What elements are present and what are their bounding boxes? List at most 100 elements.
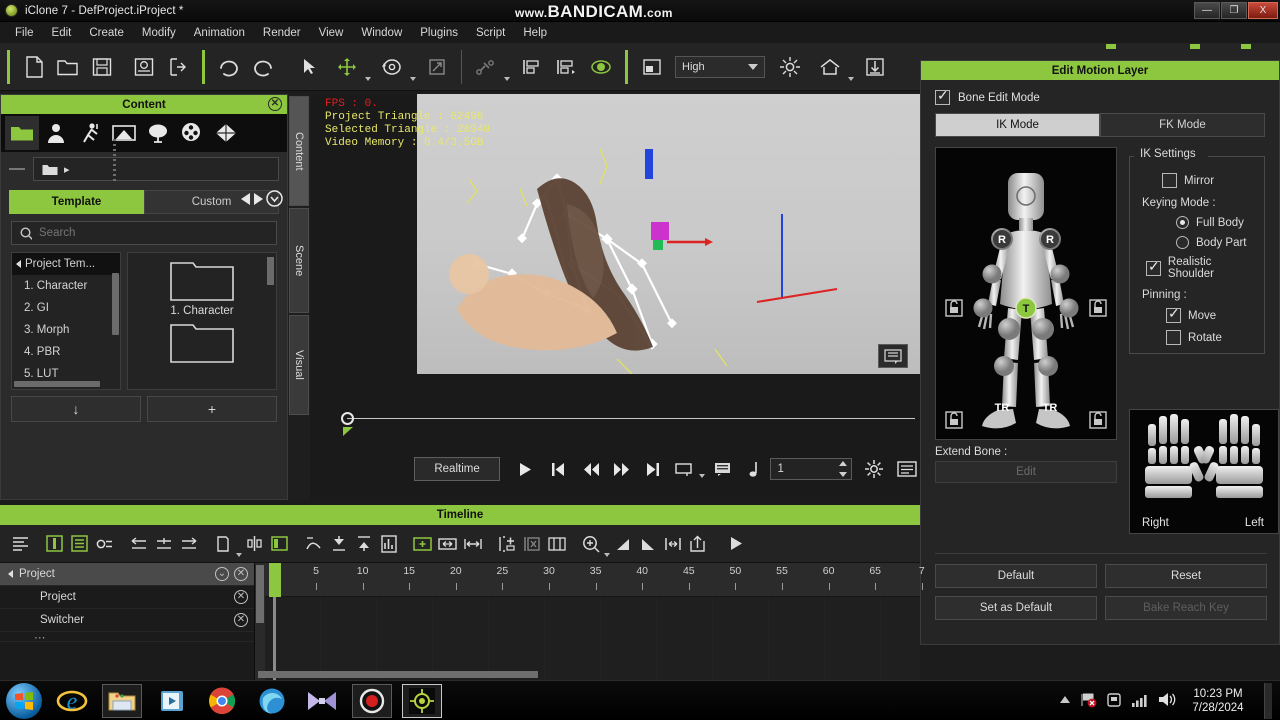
movie-maker-icon[interactable]: [302, 684, 342, 718]
file-explorer-icon[interactable]: [102, 684, 142, 718]
tab-template[interactable]: Template: [9, 190, 144, 214]
character-icon[interactable]: [39, 116, 73, 150]
search-input[interactable]: [11, 221, 277, 245]
menu-item-help[interactable]: Help: [514, 25, 556, 41]
right-hand-label[interactable]: Right: [1142, 517, 1169, 529]
show-desktop-button[interactable]: [1264, 683, 1272, 719]
menu-item-render[interactable]: Render: [254, 25, 310, 41]
iclone-icon[interactable]: [402, 684, 442, 718]
tree-scrollbar-horizontal[interactable]: [14, 381, 100, 387]
list-icon[interactable]: [893, 456, 920, 482]
preview-icon[interactable]: [586, 52, 616, 82]
ik-body-figure[interactable]: R R T TR TR: [935, 147, 1117, 440]
menu-item-animation[interactable]: Animation: [185, 25, 254, 41]
move-dropdown-caret[interactable]: [365, 77, 371, 81]
track-row[interactable]: Project✕: [0, 586, 254, 609]
tree-item[interactable]: 3. Morph: [12, 319, 120, 341]
layout-icon[interactable]: [637, 52, 667, 82]
menu-item-modify[interactable]: Modify: [133, 25, 185, 41]
edit-bone-button[interactable]: Edit: [935, 461, 1117, 483]
scale-icon[interactable]: [422, 52, 452, 82]
content-tree[interactable]: Project Tem... 1. Character2. GI3. Morph…: [11, 252, 121, 390]
scrollbar-thumb[interactable]: [256, 565, 264, 623]
move-left-icon[interactable]: [126, 531, 151, 557]
ease-out-icon[interactable]: [351, 531, 376, 557]
clip-icon[interactable]: [42, 531, 67, 557]
full-body-row[interactable]: Full Body: [1176, 216, 1260, 229]
signal-icon[interactable]: [1131, 693, 1149, 710]
link-icon[interactable]: [471, 52, 501, 82]
volume-icon[interactable]: [1158, 692, 1176, 710]
tree-root-item[interactable]: Project Tem...: [12, 253, 120, 275]
range-dropdown-caret[interactable]: [699, 474, 705, 478]
timeline-ruler-area[interactable]: 51015202530354045505560657: [265, 563, 920, 680]
timeline-scrollbar-vertical[interactable]: [255, 563, 265, 680]
track-row[interactable]: ⋯: [0, 632, 254, 642]
open-folder-icon[interactable]: [53, 52, 83, 82]
left-hand-label[interactable]: Left: [1245, 517, 1264, 529]
gear-icon[interactable]: [860, 456, 887, 482]
close-icon[interactable]: ✕: [268, 97, 282, 111]
tree-item[interactable]: 4. PBR: [12, 341, 120, 363]
rewind-icon[interactable]: [578, 456, 605, 482]
splitter-handle[interactable]: [113, 139, 117, 185]
close-icon[interactable]: ✕: [234, 567, 248, 581]
chevron-down-circle-icon[interactable]: ⌄: [215, 567, 229, 581]
media-player-icon[interactable]: [152, 684, 192, 718]
search-field[interactable]: [39, 227, 268, 239]
time-slider-knob[interactable]: [341, 412, 354, 425]
chrome-icon[interactable]: [202, 684, 242, 718]
resize-clip-icon[interactable]: [435, 531, 460, 557]
grid-item-next[interactable]: [128, 321, 276, 365]
menu-item-view[interactable]: View: [310, 25, 353, 41]
content-grid[interactable]: 1. Character: [127, 252, 277, 390]
body-part-row[interactable]: Body Part: [1176, 236, 1260, 249]
pin-move-checkbox[interactable]: [1166, 308, 1181, 323]
delete-icon[interactable]: [519, 531, 544, 557]
move-icon[interactable]: [332, 52, 362, 82]
save-icon[interactable]: [87, 52, 117, 82]
range-select-icon[interactable]: [660, 531, 685, 557]
menu-item-window[interactable]: Window: [352, 25, 411, 41]
timeline-scrollbar-horizontal[interactable]: [258, 671, 538, 678]
frame-number-input[interactable]: 1: [770, 458, 852, 480]
default-button[interactable]: Default: [935, 564, 1097, 588]
menu-item-edit[interactable]: Edit: [43, 25, 81, 41]
undo-icon[interactable]: [214, 52, 244, 82]
export-clip-icon[interactable]: [685, 531, 710, 557]
timeline-ruler[interactable]: 51015202530354045505560657: [265, 563, 920, 597]
range-icon[interactable]: [671, 456, 698, 482]
playhead-stem[interactable]: [273, 597, 276, 680]
align-to-icon[interactable]: [550, 52, 580, 82]
tree-scrollbar-vertical[interactable]: [112, 273, 119, 335]
realistic-shoulder-row[interactable]: Realistic Shoulder: [1146, 256, 1260, 280]
comment-icon[interactable]: [709, 456, 736, 482]
close-icon[interactable]: ✕: [234, 613, 248, 627]
taskbar-clock[interactable]: 10:23 PM 7/28/2024: [1185, 687, 1251, 715]
download-button[interactable]: ↓: [11, 396, 141, 422]
menu-item-plugins[interactable]: Plugins: [411, 25, 467, 41]
jump-end-icon[interactable]: [639, 456, 666, 482]
back-icon[interactable]: [9, 168, 25, 170]
tab-ik-mode[interactable]: IK Mode: [935, 113, 1100, 137]
close-icon[interactable]: ✕: [234, 590, 248, 604]
mirror-row[interactable]: Mirror: [1162, 173, 1260, 188]
menu-item-file[interactable]: File: [6, 25, 43, 41]
playhead[interactable]: [269, 563, 281, 597]
comment-icon[interactable]: [878, 344, 908, 368]
menu-item-create[interactable]: Create: [80, 25, 133, 41]
graph-icon[interactable]: [376, 531, 401, 557]
bandicam-icon[interactable]: [352, 684, 392, 718]
note-icon[interactable]: [740, 456, 767, 482]
pin-rotate-row[interactable]: Rotate: [1166, 330, 1260, 345]
add-clip-icon[interactable]: [410, 531, 435, 557]
ramp-up-icon[interactable]: [610, 531, 635, 557]
viewport-render-canvas[interactable]: [417, 94, 920, 374]
save-project-icon[interactable]: [129, 52, 159, 82]
redo-icon[interactable]: [248, 52, 278, 82]
tree-item[interactable]: 1. Character: [12, 275, 120, 297]
home-icon[interactable]: [815, 52, 845, 82]
path-breadcrumb[interactable]: ▸: [33, 157, 279, 181]
minimize-button[interactable]: —: [1194, 2, 1220, 19]
viewport-time-slider[interactable]: [325, 412, 915, 418]
